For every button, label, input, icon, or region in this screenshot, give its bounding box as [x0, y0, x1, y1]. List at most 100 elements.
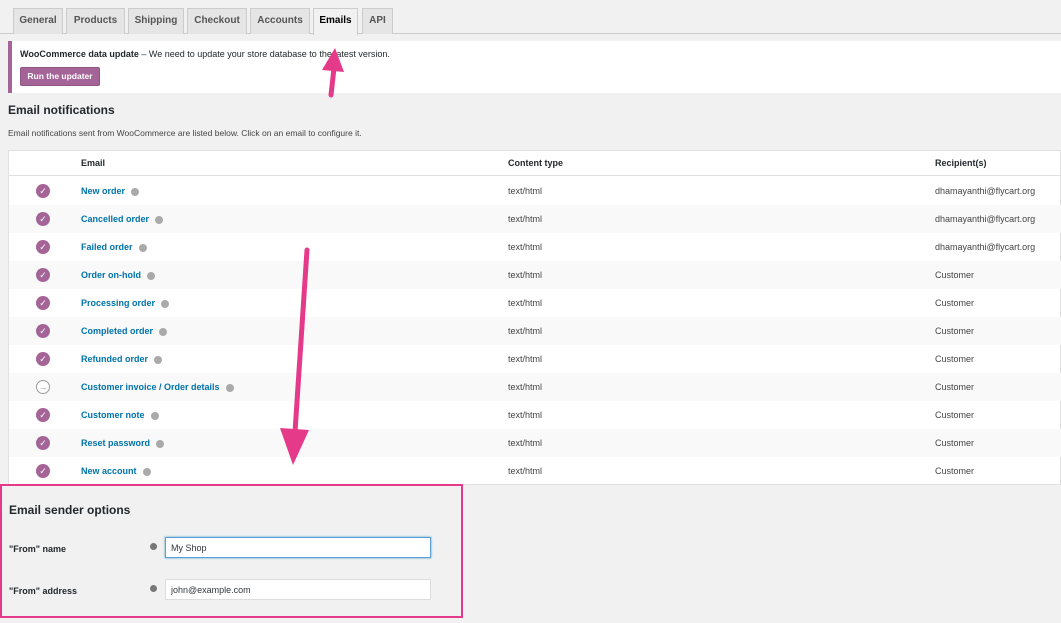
tab-shipping[interactable]: Shipping: [128, 8, 184, 34]
tab-api[interactable]: API: [362, 8, 393, 34]
tab-general[interactable]: General: [13, 8, 63, 34]
help-tip-icon[interactable]: [150, 411, 159, 420]
check-circle-icon: ✓: [36, 352, 50, 366]
content-type-cell: text/html: [508, 382, 543, 392]
check-circle-icon: ✓: [36, 436, 50, 450]
column-header-content-type: Content type: [508, 158, 563, 168]
check-circle-icon: ✓: [36, 212, 50, 226]
email-name[interactable]: Reset password: [81, 438, 150, 448]
table-row[interactable]: ✓ Refunded order text/html Customer: [9, 345, 1061, 373]
recipient-cell: Customer: [935, 326, 975, 336]
email-name-link[interactable]: Completed order: [81, 317, 168, 345]
check-circle-icon: ✓: [36, 324, 50, 338]
table-row[interactable]: ✓ New account text/html Customer: [9, 457, 1061, 485]
check-circle-icon: ✓: [36, 268, 50, 282]
recipient-cell: dhamayanthi@flycart.org: [935, 214, 1036, 224]
email-name[interactable]: Order on-hold: [81, 270, 141, 280]
table-row[interactable]: → Customer invoice / Order details text/ht…: [9, 373, 1061, 401]
column-header-recipients: Recipient(s): [935, 158, 987, 168]
email-sender-options-section: Email sender options "From" name "From" …: [0, 484, 463, 618]
content-type-cell: text/html: [508, 410, 543, 420]
content-type-cell: text/html: [508, 186, 543, 196]
recipient-cell: Customer: [935, 270, 975, 280]
table-row[interactable]: ✓ Processing order text/html Customer: [9, 289, 1061, 317]
email-name-link[interactable]: Failed order: [81, 233, 147, 261]
table-row[interactable]: ✓ Customer note text/html Customer: [9, 401, 1061, 429]
check-circle-icon: ✓: [36, 184, 50, 198]
content-type-cell: text/html: [508, 242, 543, 252]
email-notifications-description: Email notifications sent from WooCommerc…: [8, 128, 362, 138]
check-circle-icon: ✓: [36, 296, 50, 310]
email-name-link[interactable]: Cancelled order: [81, 205, 164, 233]
recipient-cell: Customer: [935, 354, 975, 364]
recipient-cell: Customer: [935, 466, 975, 476]
email-notifications-table: Email Content type Recipient(s) ✓ New ord…: [8, 150, 1061, 485]
email-name[interactable]: New account: [81, 466, 137, 476]
email-name-link[interactable]: New account: [81, 457, 151, 485]
content-type-cell: text/html: [508, 214, 543, 224]
arrow-circle-icon: →: [36, 380, 50, 394]
help-tip-icon[interactable]: [147, 271, 155, 280]
from-address-label: "From" address: [9, 586, 78, 596]
tab-products[interactable]: Products: [66, 8, 125, 34]
table-row[interactable]: ✓ Reset password text/html Customer: [9, 429, 1061, 457]
check-circle-icon: ✓: [36, 408, 50, 422]
email-sender-options-heading: Email sender options: [9, 503, 131, 517]
email-name[interactable]: Refunded order: [81, 354, 148, 364]
recipient-cell: dhamayanthi@flycart.org: [935, 186, 1036, 196]
tab-emails[interactable]: Emails: [313, 8, 358, 35]
content-type-cell: text/html: [508, 466, 543, 476]
email-name[interactable]: Customer invoice / Order details: [81, 382, 220, 392]
email-name-link[interactable]: Customer note: [81, 401, 159, 429]
email-name[interactable]: Customer note: [81, 410, 145, 420]
content-type-cell: text/html: [508, 354, 543, 364]
from-name-input[interactable]: [165, 537, 431, 558]
content-type-cell: text/html: [508, 438, 543, 448]
help-tip-icon[interactable]: [225, 383, 234, 392]
notice-message: WooCommerce data update – We need to upd…: [20, 49, 390, 59]
table-row[interactable]: ✓ Cancelled order text/html dhamayanthi@fly…: [9, 205, 1061, 233]
column-header-email: Email: [81, 158, 106, 168]
table-row[interactable]: ✓ Failed order text/html dhamayanthi@flycar…: [9, 233, 1061, 261]
update-notice: WooCommerce data update – We need to upd…: [8, 41, 1061, 93]
content-type-cell: text/html: [508, 326, 543, 336]
content-type-cell: text/html: [508, 270, 543, 280]
notice-body: – We need to update your store database …: [138, 49, 390, 59]
recipient-cell: Customer: [935, 410, 975, 420]
help-tip-icon[interactable]: [156, 439, 165, 448]
from-address-input[interactable]: [165, 579, 431, 600]
email-name-link[interactable]: Reset password: [81, 429, 165, 457]
table-row[interactable]: ✓ Order on-hold text/html Customer: [9, 261, 1061, 289]
table-row[interactable]: ✓ New order text/html dhamayanthi@flycart.o…: [9, 177, 1061, 205]
notice-title: WooCommerce data update: [20, 49, 139, 59]
email-name-link[interactable]: Processing order: [81, 289, 170, 317]
email-name-link[interactable]: Order on-hold: [81, 261, 155, 289]
tab-checkout[interactable]: Checkout: [187, 8, 247, 34]
from-address-help-icon[interactable]: [150, 585, 157, 592]
email-name[interactable]: Cancelled order: [81, 214, 149, 224]
email-name[interactable]: Completed order: [81, 326, 153, 336]
settings-tabs: General Products Shipping Checkout Accou…: [0, 0, 1061, 35]
email-name[interactable]: Failed order: [81, 242, 133, 252]
content-type-cell: text/html: [508, 298, 543, 308]
table-header: Email Content type Recipient(s): [9, 151, 1061, 176]
email-name-link[interactable]: Refunded order: [81, 345, 163, 373]
help-tip-icon[interactable]: [161, 299, 170, 308]
help-tip-icon[interactable]: [131, 187, 140, 196]
help-tip-icon[interactable]: [159, 327, 168, 336]
help-tip-icon[interactable]: [154, 355, 163, 364]
email-name[interactable]: New order: [81, 186, 125, 196]
email-name-link[interactable]: Customer invoice / Order details: [81, 373, 234, 401]
recipient-cell: dhamayanthi@flycart.org: [935, 242, 1036, 252]
email-name[interactable]: Processing order: [81, 298, 155, 308]
help-tip-icon[interactable]: [155, 215, 164, 224]
help-tip-icon[interactable]: [138, 243, 147, 252]
email-name-link[interactable]: New order: [81, 177, 140, 205]
from-name-help-icon[interactable]: [150, 543, 157, 550]
tab-accounts[interactable]: Accounts: [250, 8, 310, 34]
run-updater-button[interactable]: Run the updater: [20, 67, 100, 86]
table-row[interactable]: ✓ Completed order text/html Customer: [9, 317, 1061, 345]
check-circle-icon: ✓: [36, 240, 50, 254]
help-tip-icon[interactable]: [142, 467, 151, 476]
check-circle-icon: ✓: [36, 464, 50, 478]
